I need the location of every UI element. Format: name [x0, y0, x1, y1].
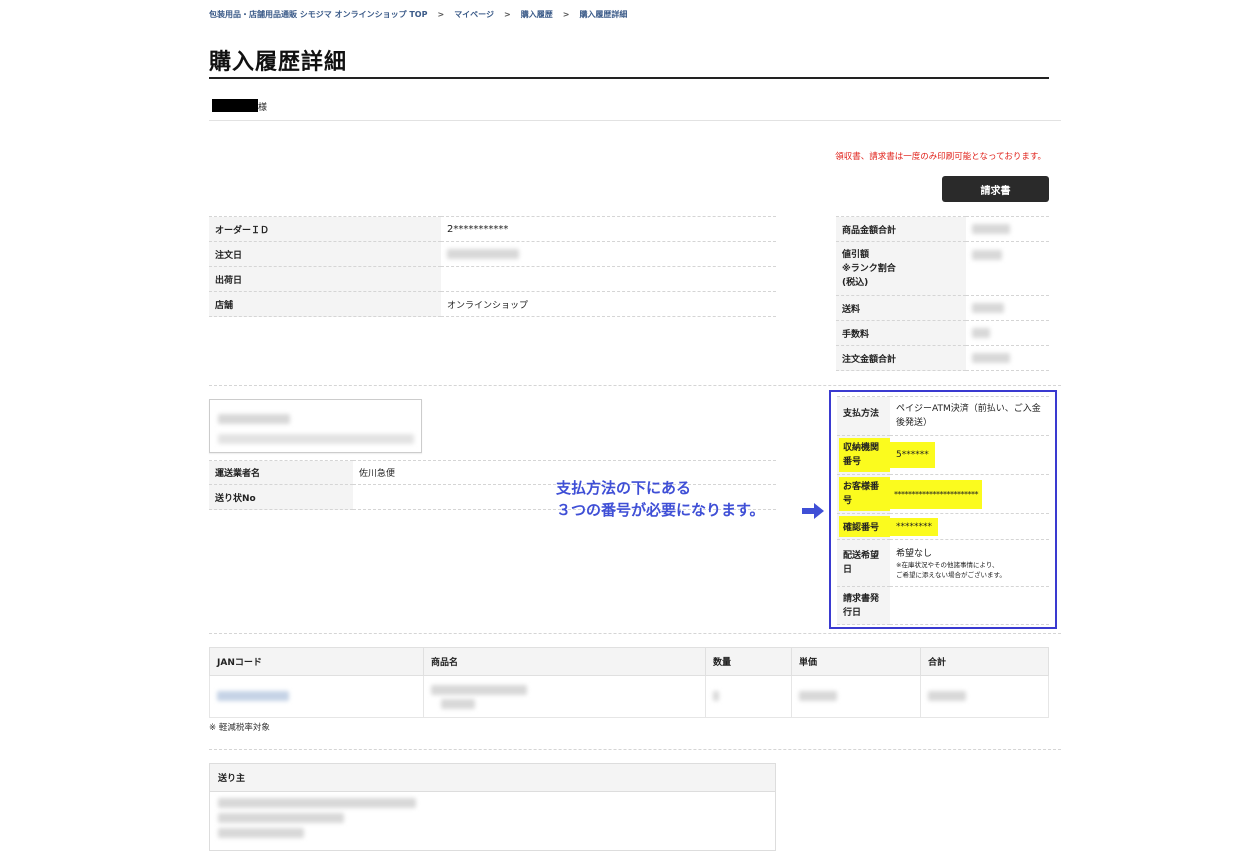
order-total-label: 注文金額合計: [836, 345, 966, 371]
arrow-right-icon: [802, 503, 824, 519]
product-name-cell[interactable]: [423, 675, 706, 718]
breadcrumb-current[interactable]: 購入履歴詳細: [579, 10, 627, 19]
delivery-note: ご希望に添えない場合がございます。: [896, 571, 1006, 579]
payment-table: 支払方法 ペイジーATM決済（前払い、ご入金後発送） 収納機関番号 5*****…: [837, 396, 1049, 625]
sender-header: 送り主: [210, 764, 775, 792]
sender-line-redacted: [218, 828, 304, 838]
invoice-date-value: [890, 586, 1049, 625]
unit-price-cell: [791, 675, 921, 718]
product-name-header: 商品名: [423, 647, 706, 676]
discount-value: [966, 241, 1049, 296]
sender-body: [210, 792, 775, 850]
ship-date-label: 出荷日: [209, 266, 441, 292]
invoice-button[interactable]: 請求書: [942, 176, 1049, 202]
breadcrumb-top-link[interactable]: 包装用品・店舗用品通販 シモジマ オンラインショップ TOP: [209, 10, 427, 19]
print-notice: 領収書、請求書は一度のみ印刷可能となっております。: [835, 152, 1046, 162]
ship-date-value: [441, 266, 776, 292]
institution-label: 収納機関番号: [839, 438, 890, 472]
customer-number: ************************: [890, 479, 982, 509]
order-info-table: オーダーＩＤ 2*********** 注文日 出荷日 店舗 オンラインショップ: [209, 216, 776, 317]
table-row: [209, 675, 1049, 718]
delivery-date-label: 配送希望日: [837, 539, 890, 587]
jan-code-cell[interactable]: [209, 675, 424, 718]
institution-label-cell: 収納機関番号: [837, 435, 890, 475]
breadcrumb-separator: >: [562, 10, 570, 19]
totals-table: 商品金額合計 値引額 ※ランク割合 (税込) 送料 手数料 注文金額合計: [836, 216, 1049, 371]
breadcrumb: 包装用品・店舗用品通販 シモジマ オンラインショップ TOP > マイページ > 購入履…: [209, 9, 627, 20]
payment-method-label: 支払方法: [837, 396, 890, 436]
shipping-fee-label: 送料: [836, 295, 966, 321]
payment-info-box: 支払方法 ペイジーATM決済（前払い、ご入金後発送） 収納機関番号 5*****…: [829, 390, 1057, 629]
annotation-line: ３つの番号が必要になります。: [556, 501, 765, 519]
address-line-redacted: [218, 434, 414, 444]
delivery-note: ※在庫状況やその他諸事情により、: [896, 561, 999, 569]
invoice-date-label: 請求書発行日: [837, 586, 890, 625]
order-date-value: [441, 241, 776, 267]
confirm-label: 確認番号: [839, 516, 890, 537]
delivery-preference: 希望なし: [896, 549, 933, 559]
customer-no-label-cell: お客様番号: [837, 474, 890, 514]
handling-fee-value: [966, 320, 1049, 346]
order-date-label: 注文日: [209, 241, 441, 267]
tax-footnote: ※ 軽減税率対象: [209, 723, 270, 733]
carrier-label: 運送業者名: [209, 460, 353, 485]
breadcrumb-mypage-link[interactable]: マイページ: [454, 10, 494, 19]
jan-code-header: JANコード: [209, 647, 424, 676]
customer-no-label: お客様番号: [839, 477, 890, 511]
sender-line-redacted: [218, 798, 416, 808]
breadcrumb-separator: >: [504, 10, 511, 19]
customer-name-redacted: [212, 99, 258, 112]
order-id-label: オーダーＩＤ: [209, 216, 441, 242]
institution-number: 5******: [890, 442, 935, 468]
shipping-fee-value: [966, 295, 1049, 321]
payment-method-value: ペイジーATM決済（前払い、ご入金後発送）: [890, 396, 1049, 436]
institution-value-cell: 5******: [890, 435, 1049, 475]
breadcrumb-history-link[interactable]: 購入履歴: [521, 10, 553, 19]
discount-label: 値引額 ※ランク割合 (税込): [836, 241, 966, 296]
customer-honorific: 様: [258, 103, 268, 113]
quantity-cell: [705, 675, 792, 718]
total-header: 合計: [920, 647, 1049, 676]
customer-no-value-cell: ************************: [890, 474, 1049, 514]
divider: [209, 120, 1061, 121]
page-title: 購入履歴詳細: [209, 50, 348, 75]
section-divider: [209, 633, 1061, 634]
sender-section: 送り主: [209, 763, 776, 851]
order-total-value: [966, 345, 1049, 371]
breadcrumb-separator: >: [437, 10, 445, 19]
address-line-redacted: [218, 414, 290, 424]
discount-label-line: (税込): [842, 277, 869, 288]
store-value: オンラインショップ: [441, 291, 776, 317]
section-divider: [209, 749, 1061, 750]
discount-label-line: ※ランク割合: [842, 263, 896, 274]
confirm-label-cell: 確認番号: [837, 513, 890, 540]
line-total-cell: [920, 675, 1049, 718]
store-label: 店舗: [209, 291, 441, 317]
annotation-text: 支払方法の下にある ３つの番号が必要になります。: [556, 477, 765, 521]
confirm-number: ********: [890, 517, 938, 536]
annotation-line: 支払方法の下にある: [556, 479, 692, 497]
confirm-value-cell: ********: [890, 513, 1049, 540]
order-id-value: 2***********: [441, 216, 776, 242]
items-table: JANコード 商品名 数量 単価 合計: [209, 647, 1049, 718]
title-underline: [209, 77, 1049, 79]
unit-price-header: 単価: [791, 647, 921, 676]
shipping-address-card: [209, 399, 422, 453]
tracking-label: 送り状No: [209, 484, 353, 510]
handling-fee-label: 手数料: [836, 320, 966, 346]
subtotal-label: 商品金額合計: [836, 216, 966, 242]
sender-line-redacted: [218, 813, 344, 823]
quantity-header: 数量: [705, 647, 792, 676]
delivery-date-value: 希望なし ※在庫状況やその他諸事情により、 ご希望に添えない場合がございます。: [890, 539, 1049, 587]
discount-label-line: 値引額: [842, 249, 870, 260]
subtotal-value: [966, 216, 1049, 242]
section-divider: [209, 385, 1061, 386]
